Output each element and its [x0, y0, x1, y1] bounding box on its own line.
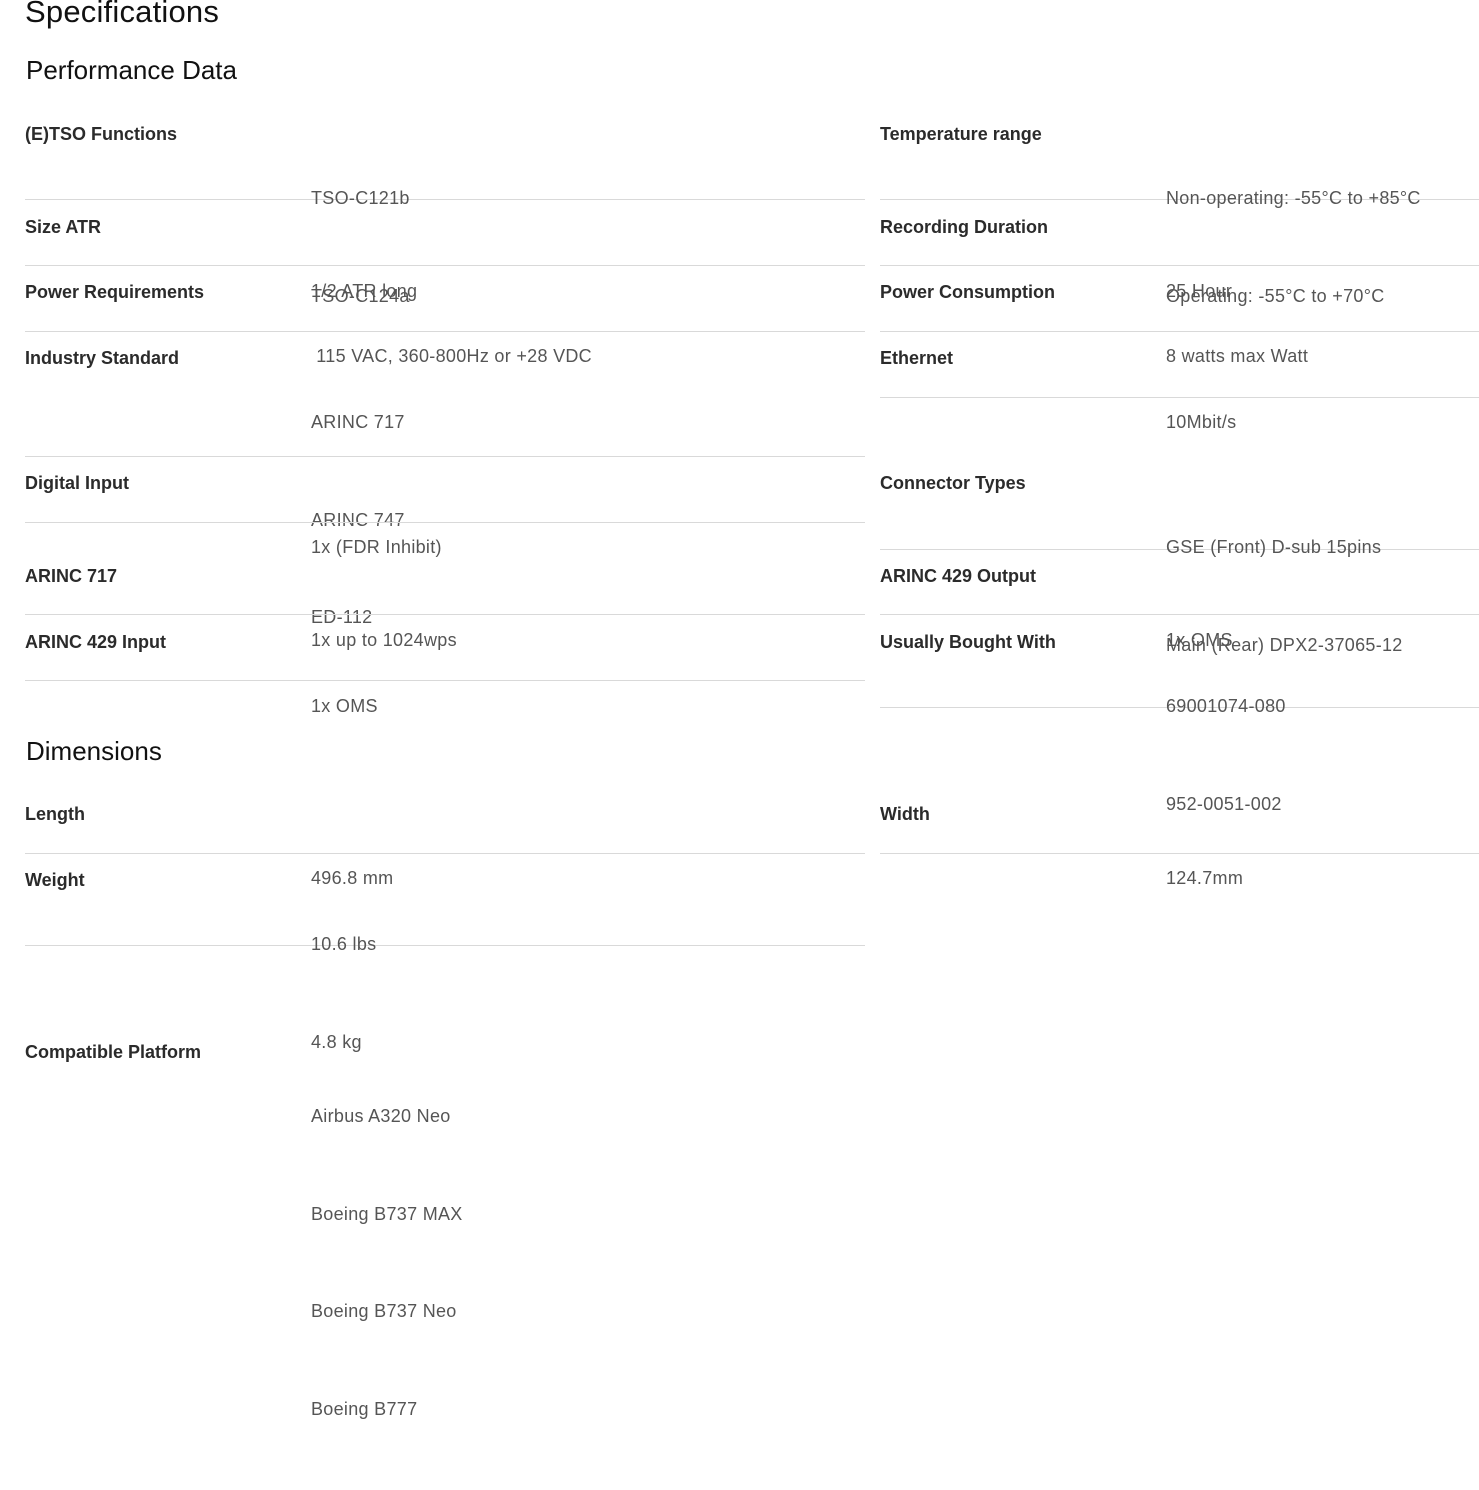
spec-label: Ethernet	[880, 348, 954, 368]
spec-value: Boeing B777	[311, 1398, 418, 1419]
spec-row-industry-standard: Industry Standard ARINC 717 ARINC 747 ED…	[25, 342, 865, 627]
spec-label: Width	[880, 804, 930, 824]
spec-row-temperature-range: Temperature range Non-operating: -55°C t…	[880, 118, 1479, 306]
spec-row-weight: Weight 10.6 lbs 4.8 kg	[25, 864, 865, 1052]
spec-label: Industry Standard	[25, 348, 180, 368]
spec-row-arinc-429-output: ARINC 429 Output 1x OMS	[880, 560, 1479, 650]
spec-label: Digital Input	[25, 473, 129, 493]
spec-value: 10.6 lbs	[311, 934, 377, 954]
spec-row-connector-types: Connector Types GSE (Front) D-sub 15pins…	[880, 467, 1479, 655]
performance-section-title: Performance Data	[26, 55, 237, 85]
spec-label: Compatible Platform	[25, 1042, 202, 1062]
spec-label: Power Consumption	[880, 282, 1055, 302]
spec-values: Airbus A320 Neo Boeing B737 MAX Boeing B…	[311, 1035, 463, 1490]
spec-value: 124.7mm	[1166, 868, 1244, 888]
spec-label: ARINC 717	[25, 566, 118, 586]
spec-row-arinc-429-input: ARINC 429 Input 1x OMS	[25, 626, 865, 716]
spec-row-compatible-platform: Compatible Platform Airbus A320 Neo Boei…	[25, 1036, 865, 1419]
spec-label: Temperature range	[880, 124, 1042, 144]
spec-row-recording-duration: Recording Duration 25 Hour	[880, 211, 1479, 301]
dimensions-section-title: Dimensions	[26, 736, 162, 766]
spec-row-arinc-717: ARINC 717 1x up to 1024wps	[25, 560, 865, 650]
spec-row-power-requirements: Power Requirements 115 VAC, 360-800Hz or…	[25, 276, 865, 366]
spec-label: Recording Duration	[880, 217, 1049, 237]
page-title: Specifications	[25, 0, 220, 29]
spec-value: 1x OMS	[311, 696, 378, 716]
spec-label: Connector Types	[880, 473, 1026, 493]
spec-row-width: Width 124.7mm	[880, 798, 1479, 888]
spec-label: Weight	[25, 870, 85, 890]
spec-value: Airbus A320 Neo	[311, 1106, 451, 1126]
spec-row-ethernet: Ethernet 10Mbit/s	[880, 342, 1479, 432]
spec-values: 1x OMS	[311, 625, 378, 788]
spec-label: Usually Bought With	[880, 632, 1056, 652]
spec-value: 10Mbit/s	[1166, 412, 1237, 432]
spec-label: Length	[25, 804, 85, 824]
spec-label: (E)TSO Functions	[25, 124, 177, 144]
spec-label: Size ATR	[25, 217, 102, 237]
spec-row-power-consumption: Power Consumption 8 watts max Watt	[880, 276, 1479, 366]
spec-row-etso-functions: (E)TSO Functions TSO-C121b TSO-C124a	[25, 118, 865, 306]
spec-label: ARINC 429 Output	[880, 566, 1037, 586]
spec-row-size-atr: Size ATR 1/2 ATR long	[25, 211, 865, 301]
spec-label: ARINC 429 Input	[25, 632, 167, 652]
spec-value: Boeing B737 Neo	[311, 1301, 457, 1321]
spec-row-digital-input: Digital Input 1x (FDR Inhibit)	[25, 467, 865, 557]
spec-values: 124.7mm	[1166, 797, 1243, 960]
spec-row-length: Length 496.8 mm	[25, 798, 865, 888]
spec-label: Power Requirements	[25, 282, 205, 302]
spec-value: 69001074-080	[1166, 696, 1286, 716]
spec-row-usually-bought-with: Usually Bought With 69001074-080 952-005…	[880, 626, 1479, 814]
spec-value: ARINC 717	[311, 412, 405, 432]
spec-value: Boeing B737 MAX	[311, 1203, 463, 1224]
